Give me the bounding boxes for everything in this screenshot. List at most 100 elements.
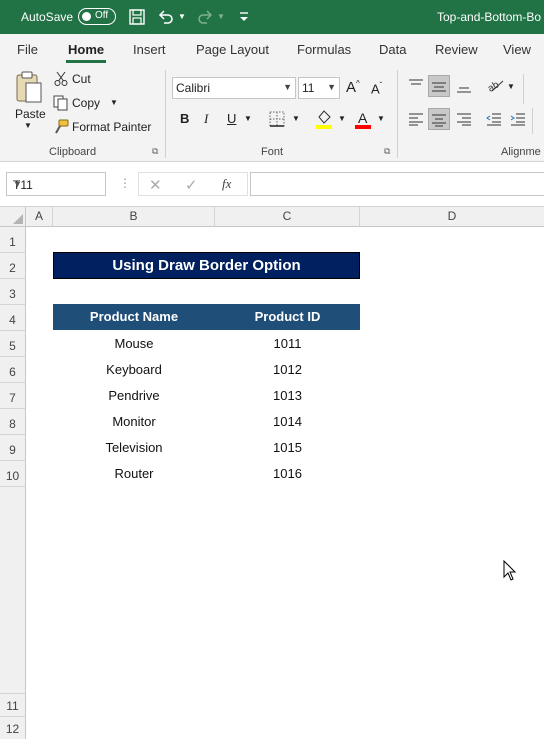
paste-label[interactable]: Paste xyxy=(15,107,46,121)
table-cell[interactable]: Router xyxy=(53,461,215,487)
tab-file[interactable]: File xyxy=(17,42,38,57)
undo-dropdown-icon[interactable]: ▼ xyxy=(178,12,186,21)
alignment-group-label: Alignme xyxy=(501,146,541,158)
row-header-6[interactable]: 6 xyxy=(0,357,26,383)
row-header-10[interactable]: 10 xyxy=(0,461,26,487)
row-header-11[interactable]: 11 xyxy=(0,693,26,717)
orientation-dropdown-icon[interactable]: ▼ xyxy=(507,82,515,91)
mouse-pointer-icon xyxy=(503,560,517,581)
copy-dropdown-icon[interactable]: ▼ xyxy=(110,98,118,107)
column-header-d[interactable]: D xyxy=(360,207,544,227)
orientation-icon[interactable]: ab xyxy=(486,77,504,93)
table-cell[interactable]: 1016 xyxy=(215,461,360,487)
formula-bar-grip-icon[interactable]: ⋮ xyxy=(119,176,131,190)
copy-label[interactable]: Copy xyxy=(72,96,100,110)
font-group-label: Font xyxy=(261,146,284,158)
ribbon: Paste ▼ Cut Copy ▼ Format Painter Clipbo… xyxy=(0,64,544,162)
format-painter-icon[interactable] xyxy=(53,119,69,135)
tab-view[interactable]: View xyxy=(503,42,531,57)
table-cell[interactable]: 1013 xyxy=(215,383,360,409)
tab-page-layout[interactable]: Page Layout xyxy=(196,42,269,57)
formula-bar: T11 ▼ ⋮ ✕ ✓ fx xyxy=(0,162,544,207)
center-align-button[interactable] xyxy=(428,108,450,130)
name-box[interactable]: T11 ▼ xyxy=(6,172,106,196)
row-header-8[interactable]: 8 xyxy=(0,409,26,435)
autosave-toggle[interactable]: Off xyxy=(78,8,116,25)
tab-insert[interactable]: Insert xyxy=(133,42,166,57)
tab-review[interactable]: Review xyxy=(435,42,478,57)
increase-indent-icon[interactable] xyxy=(510,112,526,126)
font-size-value: 11 xyxy=(302,81,315,95)
table-cell[interactable]: Mouse xyxy=(53,331,215,357)
cut-label[interactable]: Cut xyxy=(72,72,91,86)
customize-toolbar-icon[interactable] xyxy=(235,8,253,26)
font-launcher-icon[interactable]: ⧉ xyxy=(384,146,390,157)
table-cell[interactable]: 1015 xyxy=(215,435,360,461)
bottom-align-icon[interactable] xyxy=(456,80,472,94)
table-cell[interactable]: 1012 xyxy=(215,357,360,383)
undo-icon[interactable] xyxy=(157,8,175,26)
fill-color-icon[interactable] xyxy=(315,108,333,130)
redo-dropdown-icon: ▼ xyxy=(217,12,225,21)
header-cell-product-id[interactable]: Product ID xyxy=(215,304,360,330)
select-all-corner[interactable] xyxy=(0,207,26,227)
borders-icon[interactable] xyxy=(269,111,285,127)
worksheet-grid[interactable]: A B C D 1 2 3 4 5 6 7 8 9 10 11 12 Using… xyxy=(0,207,544,739)
tab-home[interactable]: Home xyxy=(68,42,104,57)
table-cell[interactable]: 1014 xyxy=(215,409,360,435)
table-cell[interactable]: 1011 xyxy=(215,331,360,357)
row-header-3[interactable]: 3 xyxy=(0,279,26,305)
underline-button[interactable]: U xyxy=(227,111,236,126)
underline-dropdown-icon[interactable]: ▼ xyxy=(244,114,252,123)
bold-button[interactable]: B xyxy=(180,111,189,126)
insert-function-icon[interactable]: fx xyxy=(222,176,231,192)
align-right-icon[interactable] xyxy=(456,112,472,126)
italic-button[interactable]: I xyxy=(204,111,208,127)
align-left-icon[interactable] xyxy=(408,112,424,126)
table-cell[interactable]: Monitor xyxy=(53,409,215,435)
group-divider xyxy=(397,70,398,158)
chevron-down-icon: ▼ xyxy=(13,179,22,189)
font-size-select[interactable]: 11 ▼ xyxy=(298,77,340,99)
row-header-1[interactable]: 1 xyxy=(0,227,26,253)
middle-align-button[interactable] xyxy=(428,75,450,97)
group-divider xyxy=(523,74,524,104)
clipboard-launcher-icon[interactable]: ⧉ xyxy=(152,146,158,157)
svg-text:A: A xyxy=(358,110,368,126)
row-header-12[interactable]: 12 xyxy=(0,717,26,739)
save-icon[interactable] xyxy=(128,8,146,26)
decrease-font-size-icon[interactable]: Aˇ xyxy=(371,81,382,96)
cut-icon[interactable] xyxy=(54,71,68,87)
row-header-5[interactable]: 5 xyxy=(0,331,26,357)
sheet-title-cell[interactable]: Using Draw Border Option xyxy=(53,252,360,279)
column-header-a[interactable]: A xyxy=(26,207,53,227)
autosave-label: AutoSave xyxy=(21,10,74,24)
font-family-select[interactable]: Calibri ▼ xyxy=(172,77,296,99)
row-header-2[interactable]: 2 xyxy=(0,253,26,279)
row-header-9[interactable]: 9 xyxy=(0,435,26,461)
column-header-c[interactable]: C xyxy=(215,207,360,227)
paste-icon[interactable] xyxy=(14,70,44,104)
copy-icon[interactable] xyxy=(53,95,69,111)
row-header-7[interactable]: 7 xyxy=(0,383,26,409)
font-color-icon[interactable]: A xyxy=(354,108,372,130)
tab-data[interactable]: Data xyxy=(379,42,406,57)
formula-input[interactable] xyxy=(250,172,544,196)
active-tab-indicator xyxy=(66,60,106,63)
table-cell[interactable]: Television xyxy=(53,435,215,461)
select-all-icon xyxy=(13,214,23,224)
tab-formulas[interactable]: Formulas xyxy=(297,42,351,57)
row-header-4[interactable]: 4 xyxy=(0,305,26,331)
paste-dropdown-icon[interactable]: ▼ xyxy=(24,121,32,130)
decrease-indent-icon[interactable] xyxy=(486,112,502,126)
column-header-b[interactable]: B xyxy=(53,207,215,227)
top-align-icon[interactable] xyxy=(408,78,424,92)
format-painter-label[interactable]: Format Painter xyxy=(72,120,151,134)
font-color-dropdown-icon[interactable]: ▼ xyxy=(377,114,385,123)
increase-font-size-icon[interactable]: A^ xyxy=(346,79,360,96)
table-cell[interactable]: Keyboard xyxy=(53,357,215,383)
header-cell-product-name[interactable]: Product Name xyxy=(53,304,215,330)
table-cell[interactable]: Pendrive xyxy=(53,383,215,409)
borders-dropdown-icon[interactable]: ▼ xyxy=(292,114,300,123)
fill-color-dropdown-icon[interactable]: ▼ xyxy=(338,114,346,123)
